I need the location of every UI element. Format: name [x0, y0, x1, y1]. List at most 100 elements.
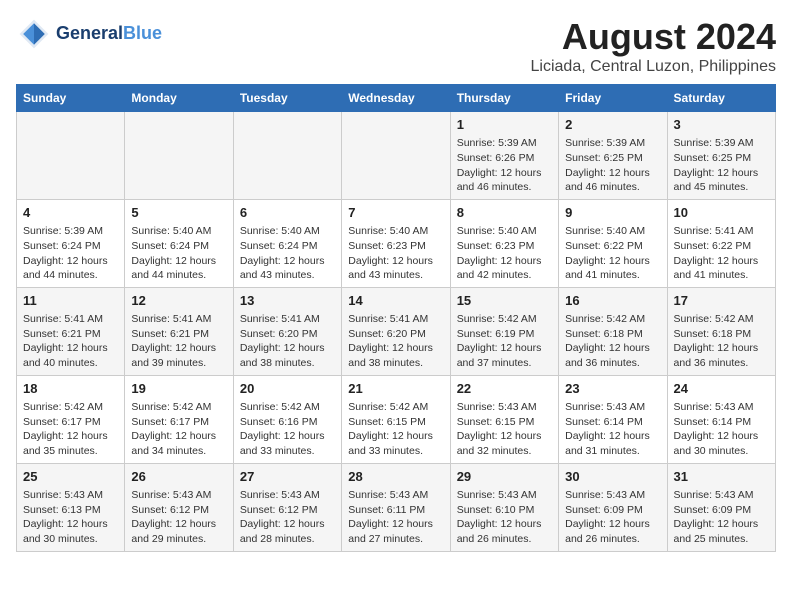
calendar-cell: 14Sunrise: 5:41 AM Sunset: 6:20 PM Dayli… [342, 287, 450, 375]
day-content: Sunrise: 5:41 AM Sunset: 6:20 PM Dayligh… [240, 312, 335, 371]
day-number: 24 [674, 380, 769, 398]
calendar-header-row: SundayMondayTuesdayWednesdayThursdayFrid… [17, 85, 776, 112]
day-content: Sunrise: 5:40 AM Sunset: 6:23 PM Dayligh… [457, 224, 552, 283]
calendar-table: SundayMondayTuesdayWednesdayThursdayFrid… [16, 84, 776, 552]
calendar-cell: 5Sunrise: 5:40 AM Sunset: 6:24 PM Daylig… [125, 199, 233, 287]
day-number: 18 [23, 380, 118, 398]
calendar-cell: 12Sunrise: 5:41 AM Sunset: 6:21 PM Dayli… [125, 287, 233, 375]
day-number: 6 [240, 204, 335, 222]
calendar-cell: 9 Sunrise: 5:40 AM Sunset: 6:22 PM Daylig… [559, 199, 667, 287]
calendar-cell [233, 112, 341, 200]
calendar-cell: 29Sunrise: 5:43 AM Sunset: 6:10 PM Dayli… [450, 463, 558, 551]
day-number: 27 [240, 468, 335, 486]
day-number: 26 [131, 468, 226, 486]
calendar-cell: 19 Sunrise: 5:42 AM Sunset: 6:17 PM Dayli… [125, 375, 233, 463]
day-content: Sunrise: 5:42 AM Sunset: 6:16 PM Dayligh… [240, 400, 335, 459]
day-content: Sunrise: 5:40 AM Sunset: 6:23 PM Dayligh… [348, 224, 443, 283]
calendar-cell: 7 Sunrise: 5:40 AM Sunset: 6:23 PM Daylig… [342, 199, 450, 287]
day-content: Sunrise: 5:43 AM Sunset: 6:12 PM Dayligh… [131, 488, 226, 547]
page-header: GeneralBlue August 2024 Liciada, Central… [16, 16, 776, 76]
header-tuesday: Tuesday [233, 85, 341, 112]
calendar-cell: 31 Sunrise: 5:43 AM Sunset: 6:09 PM Dayli… [667, 463, 775, 551]
day-content: Sunrise: 5:42 AM Sunset: 6:18 PM Dayligh… [565, 312, 660, 371]
day-number: 25 [23, 468, 118, 486]
day-number: 19 [131, 380, 226, 398]
week-row-5: 25Sunrise: 5:43 AM Sunset: 6:13 PM Dayli… [17, 463, 776, 551]
title-area: August 2024 Liciada, Central Luzon, Phil… [531, 16, 776, 76]
calendar-cell: 16 Sunrise: 5:42 AM Sunset: 6:18 PM Dayli… [559, 287, 667, 375]
calendar-cell: 21 Sunrise: 5:42 AM Sunset: 6:15 PM Dayli… [342, 375, 450, 463]
calendar-cell: 10Sunrise: 5:41 AM Sunset: 6:22 PM Dayli… [667, 199, 775, 287]
calendar-cell: 3 Sunrise: 5:39 AM Sunset: 6:25 PM Daylig… [667, 112, 775, 200]
day-content: Sunrise: 5:42 AM Sunset: 6:19 PM Dayligh… [457, 312, 552, 371]
day-number: 13 [240, 292, 335, 310]
day-content: Sunrise: 5:40 AM Sunset: 6:22 PM Dayligh… [565, 224, 660, 283]
calendar-cell: 1 Sunrise: 5:39 AM Sunset: 6:26 PM Daylig… [450, 112, 558, 200]
header-friday: Friday [559, 85, 667, 112]
calendar-cell: 4 Sunrise: 5:39 AM Sunset: 6:24 PM Daylig… [17, 199, 125, 287]
calendar-cell [125, 112, 233, 200]
calendar-cell: 18 Sunrise: 5:42 AM Sunset: 6:17 PM Dayli… [17, 375, 125, 463]
day-number: 15 [457, 292, 552, 310]
day-number: 3 [674, 116, 769, 134]
day-number: 1 [457, 116, 552, 134]
day-content: Sunrise: 5:43 AM Sunset: 6:14 PM Dayligh… [674, 400, 769, 459]
day-content: Sunrise: 5:43 AM Sunset: 6:11 PM Dayligh… [348, 488, 443, 547]
calendar-cell: 8Sunrise: 5:40 AM Sunset: 6:23 PM Daylig… [450, 199, 558, 287]
header-sunday: Sunday [17, 85, 125, 112]
day-content: Sunrise: 5:40 AM Sunset: 6:24 PM Dayligh… [240, 224, 335, 283]
header-saturday: Saturday [667, 85, 775, 112]
logo-icon [16, 16, 52, 52]
day-content: Sunrise: 5:43 AM Sunset: 6:09 PM Dayligh… [674, 488, 769, 547]
day-content: Sunrise: 5:43 AM Sunset: 6:10 PM Dayligh… [457, 488, 552, 547]
day-number: 10 [674, 204, 769, 222]
day-number: 17 [674, 292, 769, 310]
day-content: Sunrise: 5:43 AM Sunset: 6:12 PM Dayligh… [240, 488, 335, 547]
day-content: Sunrise: 5:42 AM Sunset: 6:18 PM Dayligh… [674, 312, 769, 371]
day-content: Sunrise: 5:39 AM Sunset: 6:26 PM Dayligh… [457, 136, 552, 195]
header-monday: Monday [125, 85, 233, 112]
day-content: Sunrise: 5:42 AM Sunset: 6:17 PM Dayligh… [23, 400, 118, 459]
day-content: Sunrise: 5:39 AM Sunset: 6:24 PM Dayligh… [23, 224, 118, 283]
day-number: 31 [674, 468, 769, 486]
day-number: 23 [565, 380, 660, 398]
day-number: 21 [348, 380, 443, 398]
day-number: 28 [348, 468, 443, 486]
day-content: Sunrise: 5:41 AM Sunset: 6:21 PM Dayligh… [131, 312, 226, 371]
week-row-4: 18 Sunrise: 5:42 AM Sunset: 6:17 PM Dayli… [17, 375, 776, 463]
day-number: 7 [348, 204, 443, 222]
day-number: 2 [565, 116, 660, 134]
day-number: 30 [565, 468, 660, 486]
header-wednesday: Wednesday [342, 85, 450, 112]
day-content: Sunrise: 5:42 AM Sunset: 6:15 PM Dayligh… [348, 400, 443, 459]
day-content: Sunrise: 5:39 AM Sunset: 6:25 PM Dayligh… [565, 136, 660, 195]
week-row-1: 1 Sunrise: 5:39 AM Sunset: 6:26 PM Daylig… [17, 112, 776, 200]
day-content: Sunrise: 5:43 AM Sunset: 6:15 PM Dayligh… [457, 400, 552, 459]
calendar-cell: 6 Sunrise: 5:40 AM Sunset: 6:24 PM Daylig… [233, 199, 341, 287]
calendar-cell [342, 112, 450, 200]
calendar-cell: 26 Sunrise: 5:43 AM Sunset: 6:12 PM Dayli… [125, 463, 233, 551]
day-number: 9 [565, 204, 660, 222]
calendar-cell: 13 Sunrise: 5:41 AM Sunset: 6:20 PM Dayli… [233, 287, 341, 375]
page-subtitle: Liciada, Central Luzon, Philippines [531, 58, 776, 76]
day-content: Sunrise: 5:42 AM Sunset: 6:17 PM Dayligh… [131, 400, 226, 459]
day-number: 16 [565, 292, 660, 310]
calendar-cell: 11Sunrise: 5:41 AM Sunset: 6:21 PM Dayli… [17, 287, 125, 375]
calendar-cell: 20Sunrise: 5:42 AM Sunset: 6:16 PM Dayli… [233, 375, 341, 463]
day-content: Sunrise: 5:39 AM Sunset: 6:25 PM Dayligh… [674, 136, 769, 195]
header-thursday: Thursday [450, 85, 558, 112]
day-number: 4 [23, 204, 118, 222]
calendar-cell: 27 Sunrise: 5:43 AM Sunset: 6:12 PM Dayli… [233, 463, 341, 551]
week-row-2: 4 Sunrise: 5:39 AM Sunset: 6:24 PM Daylig… [17, 199, 776, 287]
calendar-cell: 23Sunrise: 5:43 AM Sunset: 6:14 PM Dayli… [559, 375, 667, 463]
day-number: 5 [131, 204, 226, 222]
day-number: 14 [348, 292, 443, 310]
calendar-cell: 17 Sunrise: 5:42 AM Sunset: 6:18 PM Dayli… [667, 287, 775, 375]
page-title: August 2024 [531, 16, 776, 58]
logo-text: GeneralBlue [56, 24, 162, 44]
calendar-cell: 24 Sunrise: 5:43 AM Sunset: 6:14 PM Dayli… [667, 375, 775, 463]
day-number: 22 [457, 380, 552, 398]
calendar-cell: 30Sunrise: 5:43 AM Sunset: 6:09 PM Dayli… [559, 463, 667, 551]
day-content: Sunrise: 5:41 AM Sunset: 6:21 PM Dayligh… [23, 312, 118, 371]
calendar-cell [17, 112, 125, 200]
